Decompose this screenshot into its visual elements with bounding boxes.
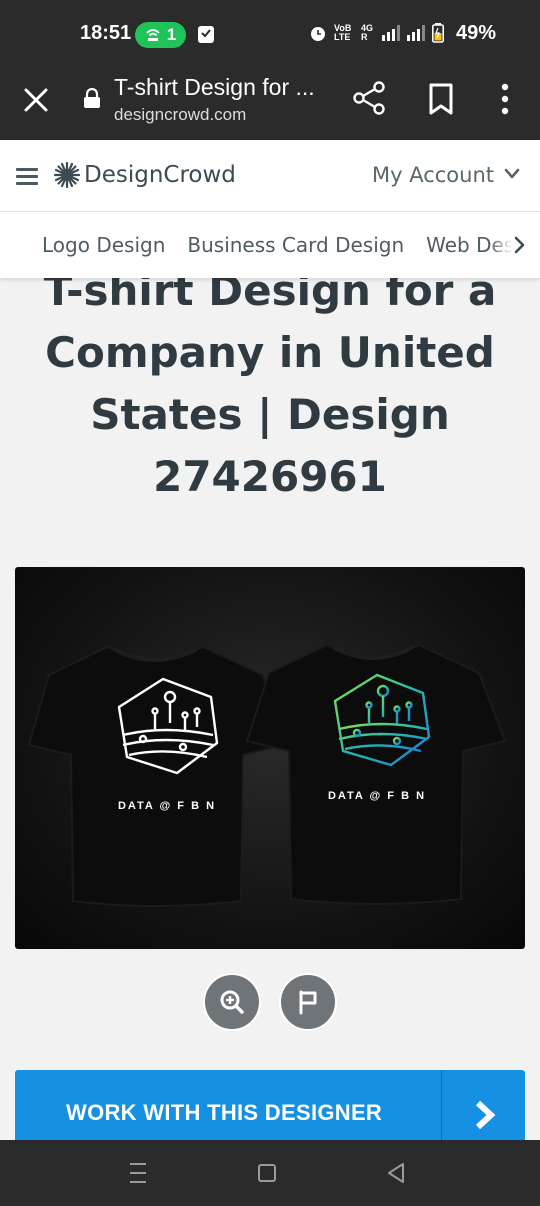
more-vert-icon[interactable]	[496, 82, 514, 116]
zoom-in-icon	[220, 990, 244, 1014]
cta-label: WORK WITH THIS DESIGNER	[66, 1100, 383, 1125]
right-brand-text: DATA @ F B N	[328, 790, 426, 802]
volte-label: VoB LTE	[334, 23, 352, 42]
my-account-link[interactable]: My Account	[372, 163, 494, 187]
signal-icon-2	[407, 25, 425, 41]
page-title: T-shirt Design for a Company in United S…	[43, 278, 497, 501]
home-icon[interactable]	[258, 1164, 276, 1182]
battery-level: 49%	[455, 22, 496, 44]
close-icon[interactable]	[22, 86, 50, 114]
hamburger-menu-icon[interactable]	[16, 168, 38, 186]
hotspot-icon	[146, 29, 160, 41]
alarm-icon	[311, 27, 325, 41]
browser-toolbar: T-shirt Design for ... designcrowd.com	[0, 66, 540, 140]
left-brand-text: DATA @ F B N	[118, 800, 216, 812]
category-nav: Logo Design Business Card Design Web Des…	[0, 212, 540, 278]
right-tshirt	[245, 643, 507, 905]
design-image[interactable]: DATA @ F B N DATA @ F B N	[15, 567, 525, 949]
arrow-right-icon[interactable]	[473, 1100, 497, 1130]
site-header: DesignCrowd My Account	[0, 140, 540, 212]
page-title-bar[interactable]: T-shirt Design for ...	[114, 74, 315, 101]
network-type-label: 4G R	[361, 23, 374, 42]
notification-app-icon	[198, 26, 214, 43]
flag-icon	[299, 990, 317, 1015]
battery-icon	[432, 23, 444, 43]
chevron-right-icon[interactable]	[514, 236, 526, 254]
work-with-designer-button[interactable]: WORK WITH THIS DESIGNER	[15, 1070, 525, 1140]
android-nav-bar	[0, 1140, 540, 1206]
chevron-down-icon[interactable]	[504, 168, 520, 180]
left-tshirt	[27, 645, 285, 907]
bookmark-icon[interactable]	[427, 82, 455, 116]
signal-icon-1	[382, 25, 400, 41]
main-content: T-shirt Design for a Company in United S…	[0, 278, 540, 1140]
nav-item-logo-design[interactable]: Logo Design	[42, 233, 165, 257]
share-icon[interactable]	[352, 80, 386, 116]
lock-icon	[84, 88, 100, 108]
tshirt-mockup: DATA @ F B N DATA @ F B N	[27, 643, 507, 907]
hotspot-count: 1	[166, 25, 177, 44]
status-time: 18:51	[80, 22, 132, 44]
zoom-button[interactable]	[203, 973, 261, 1031]
back-icon[interactable]	[386, 1162, 406, 1184]
hotspot-indicator: 1	[135, 22, 186, 48]
cta-divider	[441, 1070, 442, 1140]
logo-text[interactable]: DesignCrowd	[84, 162, 236, 188]
nav-item-business-card-design[interactable]: Business Card Design	[187, 233, 404, 257]
flag-button[interactable]	[279, 973, 337, 1031]
url-text[interactable]: designcrowd.com	[114, 105, 246, 125]
status-bar: 18:51 1 VoB LTE 4G R 49%	[0, 0, 540, 66]
designcrowd-logo-icon[interactable]	[54, 162, 80, 188]
recents-icon[interactable]	[128, 1162, 148, 1184]
